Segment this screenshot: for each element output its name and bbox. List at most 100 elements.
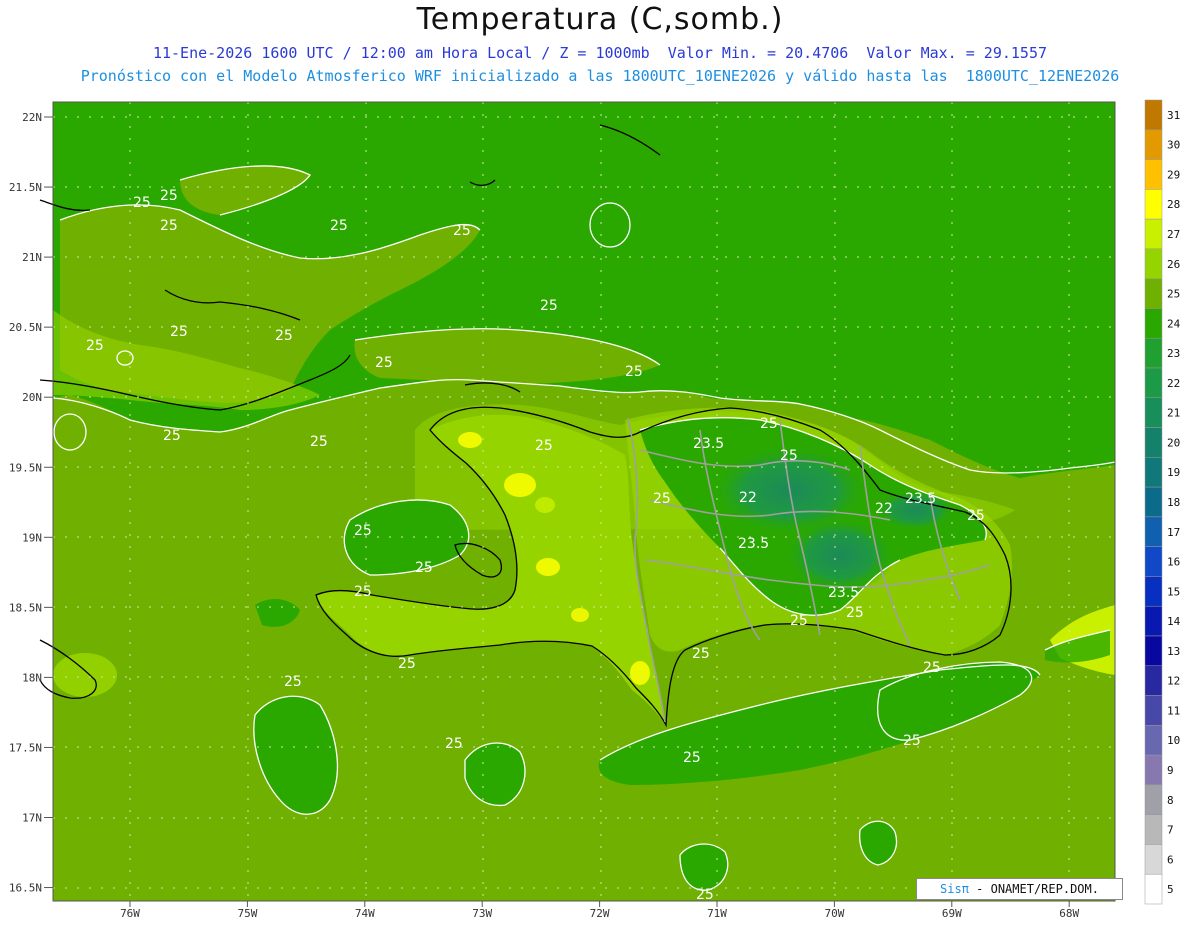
colorbar-swatch bbox=[1144, 516, 1163, 547]
colorbar-label: 20 bbox=[1167, 436, 1180, 449]
contour-label: 25 bbox=[683, 750, 701, 766]
warm-pocket-5 bbox=[571, 608, 589, 622]
contour-label: 25 bbox=[354, 584, 372, 600]
contour-label: 25 bbox=[923, 660, 941, 676]
colorbar: 31 30 29 28 27 26 25 24 23 22 21 20 19 18 17 16 15 14 13 12… bbox=[1144, 99, 1181, 905]
contour-label: 25 bbox=[160, 188, 178, 204]
temperature-map: 25 25 25 25 25 25 25 25 25 25 25 25 25 2… bbox=[9, 99, 1181, 920]
colorbar-label: 25 bbox=[1167, 288, 1180, 301]
latitude-tick-label: 19.5N bbox=[9, 461, 42, 474]
contour-label: 25 bbox=[760, 416, 778, 432]
latitude-tick-label: 21.5N bbox=[9, 181, 42, 194]
valid-time-subtitle: 11-Ene-2026 1600 UTC / 12:00 am Hora Loc… bbox=[152, 44, 1048, 62]
latitude-tick-label: 21N bbox=[22, 251, 42, 264]
colorbar-label: 26 bbox=[1167, 258, 1180, 271]
warm-pocket-2 bbox=[458, 432, 482, 448]
warm-pocket-1 bbox=[504, 473, 536, 497]
warm-pocket-3 bbox=[536, 558, 560, 576]
colorbar-swatch bbox=[1144, 784, 1163, 815]
colorbar-swatch bbox=[1144, 844, 1163, 875]
colorbar-label: 11 bbox=[1167, 704, 1180, 717]
colorbar-label: 23 bbox=[1167, 347, 1180, 360]
contour-label: 25 bbox=[86, 338, 104, 354]
contour-label: 25 bbox=[653, 491, 671, 507]
contour-label: 25 bbox=[170, 324, 188, 340]
colorbar-swatch bbox=[1144, 218, 1163, 250]
contour-label: 25 bbox=[330, 218, 348, 234]
colorbar-swatch bbox=[1144, 248, 1163, 279]
longitude-tick-label: 71W bbox=[707, 907, 727, 920]
colorbar-label: 30 bbox=[1167, 139, 1180, 152]
colorbar-label: 16 bbox=[1167, 556, 1180, 569]
longitude-tick-label: 76W bbox=[120, 907, 140, 920]
colorbar-swatch bbox=[1144, 605, 1163, 637]
contour-label: 22 bbox=[875, 501, 893, 517]
longitude-tick-label: 68W bbox=[1059, 907, 1079, 920]
latitude-tick-label: 20N bbox=[22, 391, 42, 404]
colorbar-label: 18 bbox=[1167, 496, 1180, 509]
contour-label: 25 bbox=[540, 298, 558, 314]
colorbar-label: 24 bbox=[1167, 317, 1181, 330]
colorbar-label: 29 bbox=[1167, 168, 1180, 181]
colorbar-swatch bbox=[1144, 129, 1163, 160]
colorbar-swatch bbox=[1144, 665, 1163, 696]
colorbar-label: 27 bbox=[1167, 228, 1180, 241]
colorbar-label: 14 bbox=[1167, 615, 1181, 628]
warm-pocket-6 bbox=[535, 497, 555, 513]
warm-pocket-4 bbox=[630, 661, 650, 685]
model-run-subtitle: Pronóstico con el Modelo Atmosferico WRF… bbox=[80, 67, 1120, 85]
contour-label: 25 bbox=[790, 613, 808, 629]
contour-label: 25 bbox=[445, 736, 463, 752]
colorbar-label: 28 bbox=[1167, 198, 1180, 211]
contour-label: 22 bbox=[739, 490, 757, 506]
colorbar-label: 22 bbox=[1167, 377, 1180, 390]
latitude-tick-label: 19N bbox=[22, 531, 42, 544]
latitude-tick-label: 17.5N bbox=[9, 741, 42, 754]
colorbar-label: 21 bbox=[1167, 407, 1180, 420]
colorbar-label: 6 bbox=[1167, 853, 1174, 866]
colorbar-label: 9 bbox=[1167, 764, 1174, 777]
colorbar-swatch bbox=[1144, 725, 1163, 756]
contour-label: 25 bbox=[284, 674, 302, 690]
colorbar-swatch bbox=[1144, 486, 1163, 518]
colorbar-label: 31 bbox=[1167, 109, 1180, 122]
contour-label: 25 bbox=[354, 523, 372, 539]
latitude-tick-label: 22N bbox=[22, 111, 42, 124]
latitude-tick-label: 17N bbox=[22, 812, 42, 825]
contour-label: 25 bbox=[375, 355, 393, 371]
contour-label: 25 bbox=[415, 560, 433, 576]
colorbar-swatch bbox=[1144, 635, 1163, 667]
contour-label: 25 bbox=[310, 434, 328, 450]
colorbar-swatch bbox=[1144, 278, 1163, 309]
colorbar-swatch bbox=[1144, 457, 1163, 488]
longitude-tick-label: 73W bbox=[472, 907, 492, 920]
colorbar-label: 5 bbox=[1167, 883, 1174, 896]
latitude-tick-label: 18N bbox=[22, 671, 42, 684]
contour-label: 25 bbox=[846, 605, 864, 621]
latitude-axis: 22N 21.5N 21N 20.5N 20N 19.5N 19N 18.5N 18N 17.5N… bbox=[9, 111, 53, 895]
colorbar-swatch bbox=[1144, 814, 1163, 845]
longitude-tick-label: 69W bbox=[942, 907, 962, 920]
contour-label: 25 bbox=[780, 448, 798, 464]
colorbar-swatch bbox=[1144, 754, 1163, 786]
jamaica-warm-region bbox=[53, 653, 117, 697]
colorbar-label: 10 bbox=[1167, 734, 1180, 747]
contour-label: 23.5 bbox=[693, 436, 724, 452]
longitude-tick-label: 75W bbox=[237, 907, 257, 920]
contour-label: 23.5 bbox=[738, 536, 769, 552]
contour-label: 25 bbox=[275, 328, 293, 344]
contour-label: 25 bbox=[163, 428, 181, 444]
colorbar-label: 8 bbox=[1167, 794, 1174, 807]
colorbar-swatch bbox=[1144, 546, 1163, 577]
colorbar-label: 17 bbox=[1167, 526, 1180, 539]
latitude-tick-label: 20.5N bbox=[9, 321, 42, 334]
longitude-axis: 76W 75W 74W 73W 72W 71W 70W 69W 68W bbox=[120, 901, 1080, 920]
latitude-tick-label: 16.5N bbox=[9, 882, 42, 895]
contour-label: 25 bbox=[453, 223, 471, 239]
contour-label: 25 bbox=[133, 195, 151, 211]
colorbar-swatch bbox=[1144, 427, 1163, 458]
colorbar-label: 7 bbox=[1167, 824, 1174, 837]
contour-label: 25 bbox=[692, 646, 710, 662]
contour-label: 25 bbox=[903, 733, 921, 749]
credit-box: Sisπ - ONAMET/REP.DOM. bbox=[916, 878, 1123, 900]
